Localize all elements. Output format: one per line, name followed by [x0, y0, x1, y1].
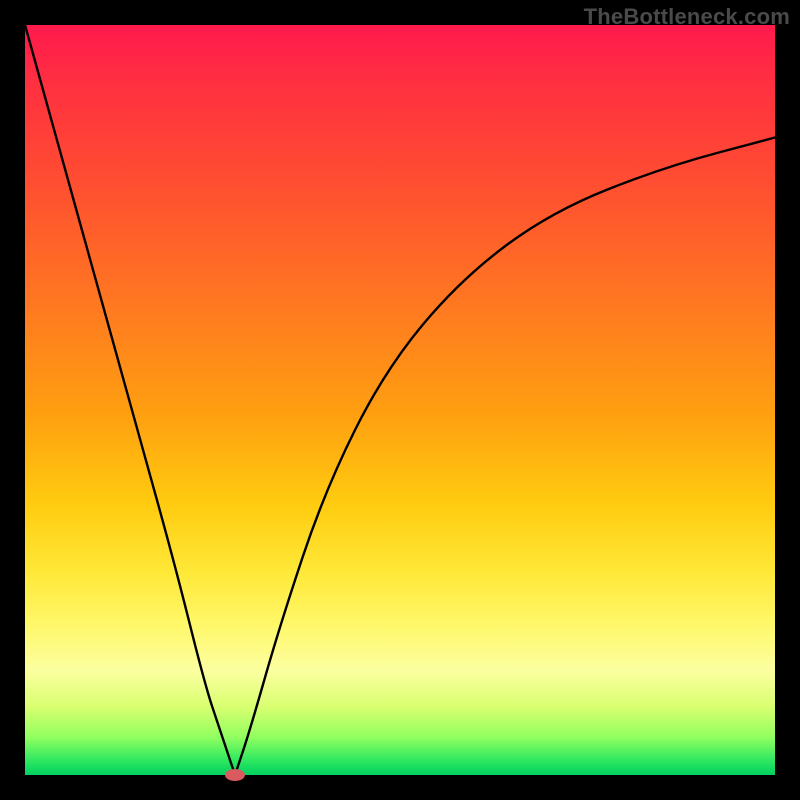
bottleneck-curve-right: [235, 138, 775, 776]
bottleneck-curve-left: [25, 25, 235, 775]
chart-canvas: TheBottleneck.com: [0, 0, 800, 800]
curve-layer: [25, 25, 775, 775]
watermark-text: TheBottleneck.com: [584, 4, 790, 30]
minimum-marker: [225, 769, 245, 781]
plot-area: [25, 25, 775, 775]
